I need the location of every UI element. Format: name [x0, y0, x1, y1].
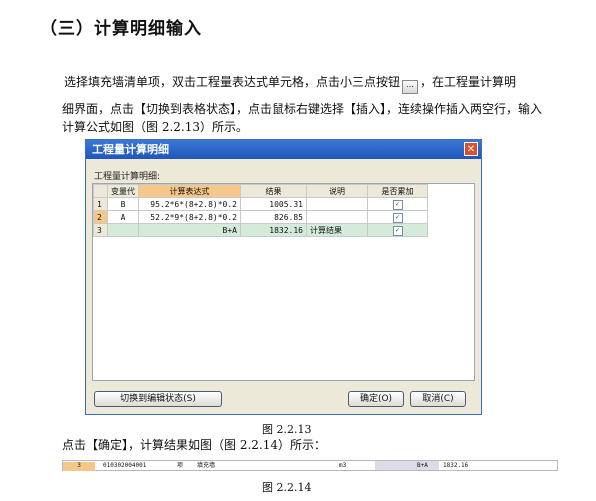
cell-expression[interactable]: 52.2*9*(8+2.8)*0.2 — [138, 210, 241, 224]
result-row[interactable]: 3 010302004001 项 填充墙 m3 B+A 1832.16 — [62, 460, 558, 471]
close-icon[interactable]: ✕ — [464, 142, 478, 156]
grid-label: 工程量计算明细: — [94, 172, 161, 182]
paragraph-line-1: 选择填充墙清单项，双击工程量表达式单元格，点击小三点按钮… ，在工程量计算明 — [64, 74, 574, 94]
cell-expression[interactable]: 95.2*6*(8+2.8)*0.2 — [138, 197, 241, 211]
dialog-titlebar: 工程量计算明细 ✕ — [86, 140, 481, 159]
header-result: 结果 — [240, 184, 307, 198]
cell-accumulate[interactable]: ✓ — [367, 210, 428, 224]
cell-expression[interactable]: B+A — [138, 223, 241, 237]
result-cell-highlight — [375, 461, 439, 470]
accumulate-checkbox[interactable]: ✓ — [392, 212, 403, 223]
table-row[interactable]: 3 B+A 1832.16 计算结果 ✓ — [93, 223, 428, 237]
paragraph-text: ，在工程量计算明 — [420, 75, 517, 89]
section-heading: （三）计算明细输入 — [40, 19, 202, 39]
ok-button[interactable]: 确定(O) — [348, 391, 404, 407]
row-number: 1 — [93, 197, 108, 211]
cell-result: 826.85 — [240, 210, 307, 224]
paragraph-line-3: 计算公式如图（图 2.2.13）所示。 — [62, 120, 248, 134]
result-expression: B+A — [417, 462, 428, 469]
row-number: 3 — [93, 223, 108, 237]
header-accumulate: 是否累加 — [367, 184, 428, 198]
cell-accumulate[interactable]: ✓ — [367, 197, 428, 211]
cell-result: 1832.16 — [240, 223, 307, 237]
figure-caption-2-2-13: 图 2.2.13 — [262, 423, 312, 436]
paragraph-text: 选择填充墙清单项，双击工程量表达式单元格，点击小三点按钮 — [64, 75, 401, 89]
cell-var-code[interactable]: B — [107, 197, 139, 211]
result-code: 010302004001 — [103, 462, 147, 469]
accumulate-checkbox[interactable]: ✓ — [392, 199, 403, 210]
accumulate-checkbox[interactable]: ✓ — [392, 225, 403, 236]
cancel-button[interactable]: 取消(C) — [410, 391, 466, 407]
calc-table: 变量代 计算表达式 结果 说明 是否累加 1 B 95.2*6*(8+2.8)*… — [93, 184, 428, 237]
cell-note[interactable]: 计算结果 — [306, 223, 368, 237]
result-value: 1832.16 — [443, 462, 469, 469]
header-corner — [93, 184, 108, 198]
cell-note[interactable] — [306, 197, 368, 211]
paragraph-line-2: 细界面，点击【切换到表格状态】，点击鼠标右键选择【插入】，连续操作插入两空行，输… — [62, 102, 543, 116]
table-row[interactable]: 1 B 95.2*6*(8+2.8)*0.2 1005.31 ✓ — [93, 197, 428, 211]
result-unit: m3 — [339, 462, 347, 469]
instruction-text: 点击【确定】，计算结果如图（图 2.2.14）所示： — [62, 438, 326, 452]
cell-var-code[interactable] — [107, 223, 139, 237]
cell-note[interactable] — [306, 210, 368, 224]
row-number: 2 — [93, 210, 108, 224]
cell-result: 1005.31 — [240, 197, 307, 211]
switch-edit-mode-button[interactable]: 切换到编辑状态(S) — [94, 391, 222, 407]
result-name: 填充墙 — [197, 462, 216, 469]
cell-var-code[interactable]: A — [107, 210, 139, 224]
figure-caption-2-2-14: 图 2.2.14 — [262, 481, 312, 494]
result-row-number: 3 — [63, 462, 95, 471]
calc-grid: 变量代 计算表达式 结果 说明 是否累加 1 B 95.2*6*(8+2.8)*… — [92, 183, 475, 381]
header-expression: 计算表达式 — [138, 184, 241, 198]
calc-detail-dialog: 工程量计算明细 ✕ 工程量计算明细: 变量代 计算表达式 结果 说明 是否累加 … — [85, 139, 482, 415]
cell-accumulate[interactable]: ✓ — [367, 223, 428, 237]
ellipsis-button-icon: … — [402, 80, 419, 94]
dialog-title: 工程量计算明细 — [92, 143, 169, 156]
table-row[interactable]: 2 A 52.2*9*(8+2.8)*0.2 826.85 ✓ — [93, 210, 428, 224]
header-note: 说明 — [306, 184, 368, 198]
result-type: 项 — [177, 462, 184, 469]
header-var-code: 变量代 — [107, 184, 139, 198]
table-header-row: 变量代 计算表达式 结果 说明 是否累加 — [93, 184, 428, 198]
